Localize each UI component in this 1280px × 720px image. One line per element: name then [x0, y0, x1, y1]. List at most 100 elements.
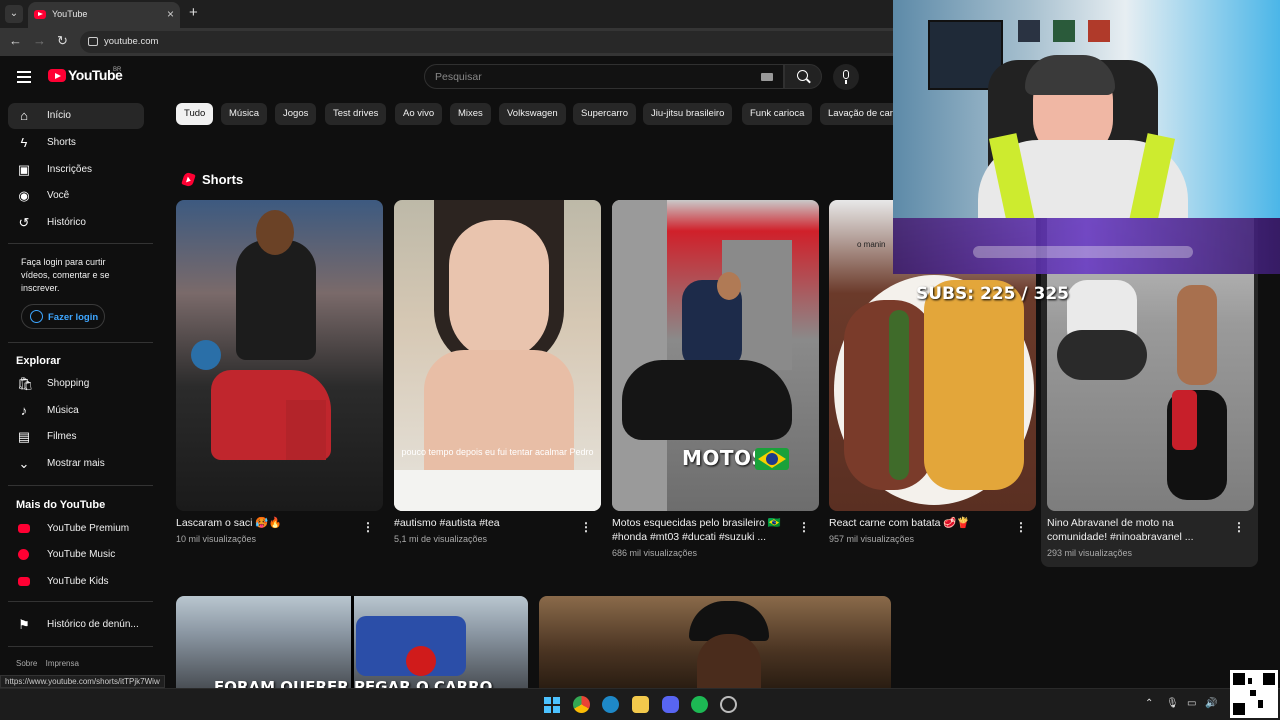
short-thumbnail[interactable]: MOTOS [612, 200, 819, 511]
sidebar-item-youtube-premium[interactable]: YouTube Premium [8, 516, 144, 542]
sidebar-item-shorts[interactable]: ϟ Shorts [8, 130, 144, 156]
sidebar-divider [8, 646, 153, 647]
sidebar-item-you[interactable]: ◉ Você [8, 183, 144, 209]
video-thumbnail[interactable]: FORAM QUERER PEGAR O CARRO [176, 596, 528, 688]
chip-funk[interactable]: Funk carioca [742, 103, 813, 125]
back-arrow-icon[interactable]: ← [9, 33, 22, 48]
sidebar-item-label: Histórico de denún... [47, 619, 139, 630]
shorts-icon: ϟ [20, 135, 28, 150]
browser-tab-youtube[interactable]: YouTube × [28, 2, 180, 28]
more-options-icon[interactable]: ⋮ [362, 520, 375, 534]
login-button-label: Fazer login [48, 312, 99, 323]
sidebar-item-subscriptions[interactable]: ▣ Inscrições [8, 157, 144, 183]
region-code: BR [113, 67, 122, 73]
short-title[interactable]: Lascaram o saci 🥵🔥 [176, 516, 351, 530]
sidebar-divider [8, 342, 153, 343]
windows-start-icon[interactable] [544, 697, 560, 713]
youtube-favicon-icon [34, 10, 46, 19]
sidebar-item-label: YouTube Kids [47, 576, 109, 587]
sidebar-item-label: Filmes [47, 431, 77, 442]
microphone-icon [843, 70, 849, 84]
tab-title: YouTube [52, 9, 88, 19]
chip-test-drives[interactable]: Test drives [325, 103, 387, 125]
site-info-icon[interactable] [88, 37, 98, 46]
tab-search-dropdown[interactable]: ⌄ [5, 5, 23, 23]
short-thumbnail[interactable] [176, 200, 383, 511]
sidebar-item-history[interactable]: ↺ Histórico [8, 210, 144, 236]
status-bar-url: https://www.youtube.com/shorts/itTPjk7Wi… [0, 675, 165, 688]
keyboard-icon[interactable] [761, 73, 773, 81]
youtube-premium-icon [18, 524, 30, 533]
file-explorer-icon[interactable] [632, 696, 649, 713]
chip-volkswagen[interactable]: Volkswagen [499, 103, 566, 125]
short-views: 10 mil visualizações [176, 534, 257, 544]
subs-counter: SUBS: 225 / 325 [916, 284, 1069, 304]
windows-taskbar: ⌃ 🎙 ▭ 🔊 [0, 688, 1280, 720]
chip-games[interactable]: Jogos [275, 103, 317, 125]
short-overlay-caption: pouco tempo depois eu fui tentar acalmar… [401, 447, 594, 457]
chip-all[interactable]: Tudo [176, 103, 214, 125]
sidebar-divider [8, 485, 153, 486]
video-thumbnail[interactable] [539, 596, 891, 688]
chip-car-wash[interactable]: Lavação de carr [820, 103, 893, 125]
more-options-icon[interactable]: ⋮ [580, 520, 593, 534]
footer-link-press[interactable]: Imprensa [46, 659, 79, 668]
close-tab-icon[interactable]: × [167, 7, 174, 21]
chrome-icon[interactable] [573, 696, 590, 713]
shopping-icon: 🛍 [17, 376, 34, 391]
sidebar-item-youtube-kids[interactable]: YouTube Kids [8, 569, 144, 595]
reload-icon[interactable]: ↻ [57, 33, 68, 49]
short-title[interactable]: Nino Abravanel de moto na comunidade! #n… [1047, 516, 1222, 544]
sidebar-item-report-history[interactable]: ⚑ Histórico de denún... [8, 612, 144, 638]
search-placeholder: Pesquisar [435, 71, 482, 83]
new-tab-icon[interactable]: + [189, 4, 198, 21]
chip-bjj[interactable]: Jiu-jitsu brasileiro [643, 103, 733, 125]
sidebar-item-show-more[interactable]: ⌄ Mostrar mais [8, 451, 144, 477]
search-input[interactable]: Pesquisar [424, 64, 784, 89]
chevron-up-icon[interactable]: ⌃ [1145, 698, 1153, 709]
youtube-kids-icon [18, 577, 30, 586]
login-button[interactable]: Fazer login [21, 304, 105, 329]
shorts-section-icon [181, 171, 196, 188]
chevron-down-icon: ⌄ [18, 456, 30, 471]
display-icon[interactable]: ▭ [1187, 698, 1196, 709]
more-options-icon[interactable]: ⋮ [1233, 520, 1246, 534]
sidebar-item-home[interactable]: ⌂ Início [8, 103, 144, 129]
qr-code [1230, 670, 1278, 718]
short-views: 686 mil visualizações [612, 548, 698, 558]
volume-icon[interactable]: 🔊 [1205, 698, 1217, 709]
sidebar-item-music[interactable]: ♪ Música [8, 398, 144, 424]
sidebar-item-shopping[interactable]: 🛍 Shopping [8, 371, 144, 397]
search-icon [797, 70, 808, 81]
forward-arrow-icon[interactable]: → [33, 33, 46, 48]
more-options-icon[interactable]: ⋮ [1015, 520, 1028, 534]
sidebar-item-label: Mostrar mais [47, 458, 105, 469]
voice-search-button[interactable] [833, 64, 859, 90]
sidebar-footer: Sobre Imprensa [16, 659, 85, 668]
chip-music[interactable]: Música [221, 103, 268, 125]
short-title[interactable]: #autismo #autista #tea [394, 516, 569, 530]
footer-link-about[interactable]: Sobre [16, 659, 37, 668]
sidebar-item-youtube-music[interactable]: YouTube Music [8, 542, 144, 568]
steam-icon[interactable] [720, 696, 737, 713]
youtube-logo-icon[interactable] [48, 69, 66, 82]
sidebar-item-label: YouTube Music [47, 549, 116, 560]
spotify-icon[interactable] [691, 696, 708, 713]
more-options-icon[interactable]: ⋮ [798, 520, 811, 534]
chip-mixes[interactable]: Mixes [450, 103, 491, 125]
sidebar-item-movies[interactable]: ▤ Filmes [8, 424, 144, 450]
short-thumbnail[interactable]: pouco tempo depois eu fui tentar acalmar… [394, 200, 601, 511]
edge-icon[interactable] [602, 696, 619, 713]
search-button[interactable] [784, 64, 822, 89]
flag-icon: ⚑ [18, 617, 30, 632]
music-icon: ♪ [20, 403, 28, 418]
sidebar-item-label: Você [47, 190, 70, 201]
menu-icon[interactable] [17, 71, 31, 83]
chip-supercar[interactable]: Supercarro [573, 103, 636, 125]
microphone-icon[interactable]: 🎙 [1166, 698, 1179, 709]
short-title[interactable]: Motos esquecidas pelo brasileiro 🇧🇷 #hon… [612, 516, 787, 544]
subscriptions-icon: ▣ [17, 162, 31, 177]
short-title[interactable]: React carne com batata 🥩🍟 [829, 516, 1004, 530]
discord-icon[interactable] [662, 696, 679, 713]
chip-live[interactable]: Ao vivo [395, 103, 443, 125]
